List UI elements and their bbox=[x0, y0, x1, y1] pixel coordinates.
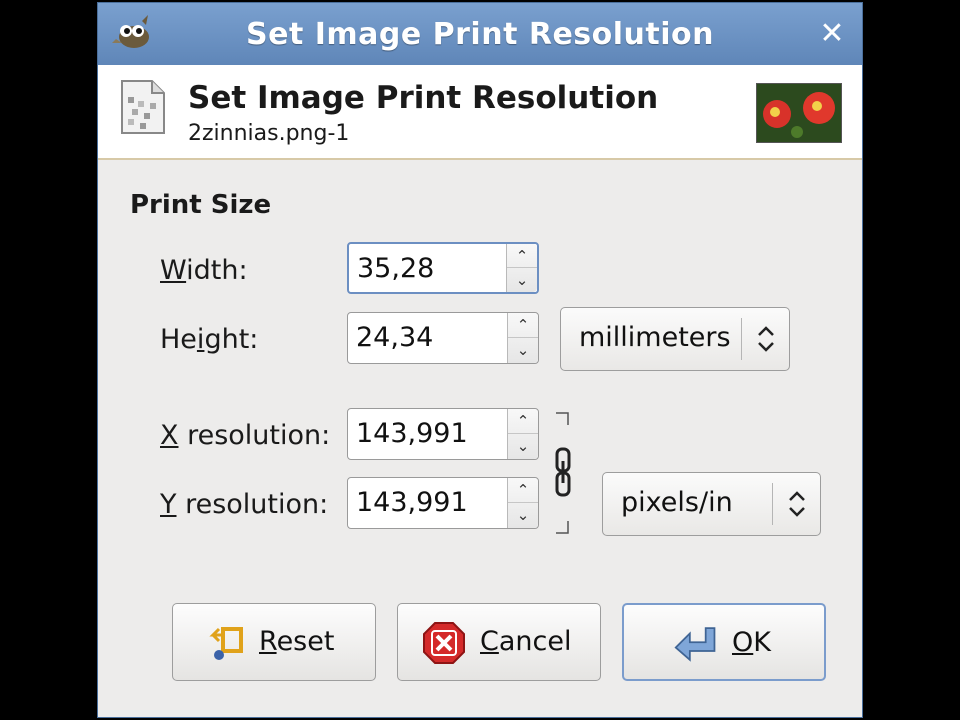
section-title-print-size: Print Size bbox=[130, 190, 272, 220]
height-increment-button[interactable]: ⌃ bbox=[508, 313, 538, 338]
chevron-up-down-icon bbox=[758, 326, 774, 352]
dialog-header: Set Image Print Resolution 2zinnias.png-… bbox=[98, 65, 862, 160]
y-resolution-spinbutton[interactable]: 143,991 ⌃ ⌄ bbox=[347, 477, 539, 529]
close-button[interactable]: ✕ bbox=[818, 19, 846, 49]
image-document-icon bbox=[121, 80, 165, 134]
height-value[interactable]: 24,34 bbox=[356, 322, 433, 353]
title-bar[interactable]: Set Image Print Resolution ✕ bbox=[98, 3, 862, 66]
ok-arrow-icon bbox=[674, 627, 716, 662]
combo-separator bbox=[772, 483, 773, 525]
y-resolution-decrement-button[interactable]: ⌄ bbox=[508, 503, 538, 528]
x-resolution-stepper: ⌃ ⌄ bbox=[507, 409, 538, 459]
cancel-button[interactable]: Cancel bbox=[397, 603, 601, 681]
x-resolution-label: X resolution: bbox=[160, 420, 331, 451]
width-label: Width: bbox=[160, 255, 248, 286]
chevron-up-down-icon bbox=[789, 491, 805, 517]
width-spinbutton[interactable]: 35,28 ⌃ ⌄ bbox=[347, 242, 539, 294]
x-resolution-decrement-button[interactable]: ⌄ bbox=[508, 434, 538, 459]
x-resolution-spinbutton[interactable]: 143,991 ⌃ ⌄ bbox=[347, 408, 539, 460]
width-stepper: ⌃ ⌄ bbox=[506, 244, 537, 292]
reset-icon bbox=[209, 627, 243, 660]
dialog-window: Set Image Print Resolution ✕ Set Image P… bbox=[97, 2, 863, 718]
image-thumbnail bbox=[756, 83, 842, 143]
resolution-unit-value: pixels/in bbox=[621, 487, 733, 518]
y-resolution-label: Y resolution: bbox=[160, 489, 329, 520]
chain-link-icon[interactable] bbox=[554, 411, 574, 535]
y-resolution-increment-button[interactable]: ⌃ bbox=[508, 478, 538, 503]
height-label: Height: bbox=[160, 324, 259, 355]
window-title: Set Image Print Resolution bbox=[245, 17, 715, 52]
header-title: Set Image Print Resolution bbox=[188, 80, 659, 116]
height-spinbutton[interactable]: 24,34 ⌃ ⌄ bbox=[347, 312, 539, 364]
size-unit-value: millimeters bbox=[579, 322, 731, 353]
image-name: 2zinnias.png-1 bbox=[188, 121, 350, 146]
x-resolution-value[interactable]: 143,991 bbox=[356, 418, 468, 449]
reset-button[interactable]: Reset bbox=[172, 603, 376, 681]
width-decrement-button[interactable]: ⌄ bbox=[507, 268, 537, 292]
cancel-button-label: Cancel bbox=[480, 626, 572, 657]
y-resolution-stepper: ⌃ ⌄ bbox=[507, 478, 538, 528]
width-increment-button[interactable]: ⌃ bbox=[507, 244, 537, 268]
x-resolution-increment-button[interactable]: ⌃ bbox=[508, 409, 538, 434]
height-decrement-button[interactable]: ⌄ bbox=[508, 338, 538, 363]
ok-button[interactable]: OK bbox=[622, 603, 826, 681]
ok-button-label: OK bbox=[732, 627, 771, 658]
height-stepper: ⌃ ⌄ bbox=[507, 313, 538, 363]
y-resolution-value[interactable]: 143,991 bbox=[356, 487, 468, 518]
combo-separator bbox=[741, 318, 742, 360]
reset-button-label: Reset bbox=[259, 626, 335, 657]
resolution-unit-combo[interactable]: pixels/in bbox=[602, 472, 821, 536]
cancel-icon bbox=[423, 622, 465, 664]
width-value[interactable]: 35,28 bbox=[357, 253, 434, 284]
size-unit-combo[interactable]: millimeters bbox=[560, 307, 790, 371]
